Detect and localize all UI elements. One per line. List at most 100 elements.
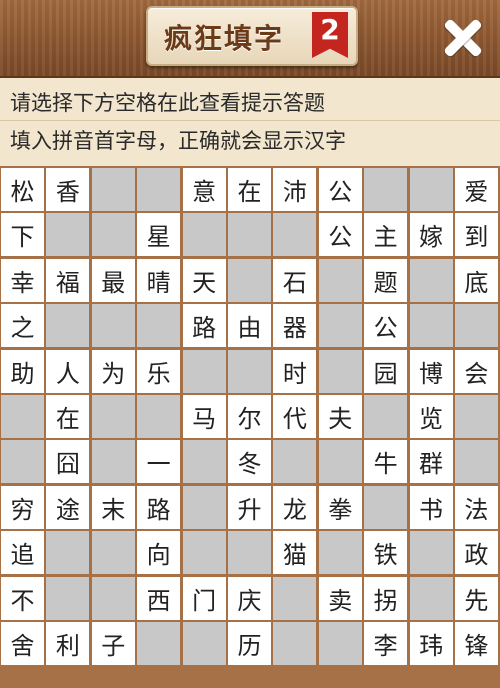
letter-cell[interactable]: 马 [182,394,226,438]
letter-cell[interactable]: 公 [364,304,408,348]
blocked-cell [318,531,362,575]
letter-cell[interactable]: 追 [1,531,44,575]
blocked-cell [227,349,271,393]
blocked-cell [273,621,317,665]
letter-cell[interactable]: 香 [46,168,90,211]
letter-cell[interactable]: 李 [364,621,408,665]
letter-cell[interactable]: 为 [91,349,135,393]
letter-cell[interactable]: 西 [137,576,181,620]
letter-cell[interactable]: 门 [182,576,226,620]
letter-cell[interactable]: 庆 [227,576,271,620]
letter-cell[interactable]: 囧 [46,440,90,484]
letter-cell[interactable]: 最 [91,258,135,302]
letter-cell[interactable]: 路 [182,304,226,348]
letter-cell[interactable]: 乐 [137,349,181,393]
blocked-cell [182,621,226,665]
letter-cell[interactable]: 历 [227,621,271,665]
blocked-cell [182,485,226,529]
blocked-cell [137,304,181,348]
letter-cell[interactable]: 嫁 [409,213,453,257]
letter-cell[interactable]: 意 [182,168,226,211]
blocked-cell [454,394,498,438]
letter-cell[interactable]: 览 [409,394,453,438]
letter-cell[interactable]: 福 [46,258,90,302]
app-title: 疯狂填字 [164,22,285,55]
letter-cell[interactable]: 沛 [273,168,317,211]
letter-cell[interactable]: 爱 [454,168,498,211]
letter-cell[interactable]: 铁 [364,531,408,575]
letter-cell[interactable]: 在 [46,394,90,438]
letter-cell[interactable]: 下 [1,213,44,257]
letter-cell[interactable]: 园 [364,349,408,393]
letter-cell[interactable]: 博 [409,349,453,393]
letter-cell[interactable]: 幸 [1,258,44,302]
letter-cell[interactable]: 夫 [318,394,362,438]
letter-cell[interactable]: 晴 [137,258,181,302]
blocked-cell [273,213,317,257]
letter-cell[interactable]: 不 [1,576,44,620]
letter-cell[interactable]: 路 [137,485,181,529]
letter-cell[interactable]: 先 [454,576,498,620]
letter-cell[interactable]: 升 [227,485,271,529]
blocked-cell [91,304,135,348]
letter-cell[interactable]: 底 [454,258,498,302]
letter-cell[interactable]: 时 [273,349,317,393]
blocked-cell [1,394,44,438]
letter-cell[interactable]: 牛 [364,440,408,484]
letter-cell[interactable]: 拳 [318,485,362,529]
letter-cell[interactable]: 一 [137,440,181,484]
letter-cell[interactable]: 利 [46,621,90,665]
letter-cell[interactable]: 舍 [1,621,44,665]
letter-cell[interactable]: 尔 [227,394,271,438]
blocked-cell [46,531,90,575]
blocked-cell [409,168,453,211]
letter-cell[interactable]: 书 [409,485,453,529]
letter-cell[interactable]: 在 [227,168,271,211]
letter-cell[interactable]: 卖 [318,576,362,620]
blocked-cell [273,576,317,620]
letter-cell[interactable]: 玮 [409,621,453,665]
letter-cell[interactable]: 群 [409,440,453,484]
letter-cell[interactable]: 途 [46,485,90,529]
letter-cell[interactable]: 题 [364,258,408,302]
blocked-cell [91,531,135,575]
close-button[interactable] [436,14,490,62]
letter-cell[interactable]: 石 [273,258,317,302]
blocked-cell [91,213,135,257]
level-badge-number: 2 [320,13,340,46]
letter-cell[interactable]: 猫 [273,531,317,575]
letter-cell[interactable]: 向 [137,531,181,575]
letter-cell[interactable]: 会 [454,349,498,393]
letter-cell[interactable]: 星 [137,213,181,257]
letter-cell[interactable]: 子 [91,621,135,665]
letter-cell[interactable]: 穷 [1,485,44,529]
letter-cell[interactable]: 冬 [227,440,271,484]
top-bar: 疯狂填字 2 [0,0,500,78]
letter-cell[interactable]: 公 [318,213,362,257]
letter-cell[interactable]: 人 [46,349,90,393]
letter-cell[interactable]: 公 [318,168,362,211]
hint-panel: 请选择下方空格在此查看提示答题 填入拼音首字母，正确就会显示汉字 [0,78,500,168]
letter-cell[interactable]: 龙 [273,485,317,529]
letter-cell[interactable]: 由 [227,304,271,348]
blocked-cell [409,531,453,575]
blocked-cell [454,304,498,348]
letter-cell[interactable]: 代 [273,394,317,438]
letter-cell[interactable]: 之 [1,304,44,348]
letter-cell[interactable]: 天 [182,258,226,302]
letter-cell[interactable]: 法 [454,485,498,529]
hint-text-select: 请选择下方空格在此查看提示答题 [10,91,325,115]
letter-cell[interactable]: 锋 [454,621,498,665]
letter-cell[interactable]: 主 [364,213,408,257]
blocked-cell [227,531,271,575]
letter-cell[interactable]: 末 [91,485,135,529]
letter-cell[interactable]: 助 [1,349,44,393]
blocked-cell [182,531,226,575]
crossword-grid: 松香意在沛公爱下星公主嫁到幸福最晴天石题底之路由器公助人为乐时园博会在马尔代夫览… [1,168,498,665]
letter-cell[interactable]: 拐 [364,576,408,620]
letter-cell[interactable]: 松 [1,168,44,211]
blocked-cell [318,304,362,348]
letter-cell[interactable]: 政 [454,531,498,575]
letter-cell[interactable]: 器 [273,304,317,348]
letter-cell[interactable]: 到 [454,213,498,257]
